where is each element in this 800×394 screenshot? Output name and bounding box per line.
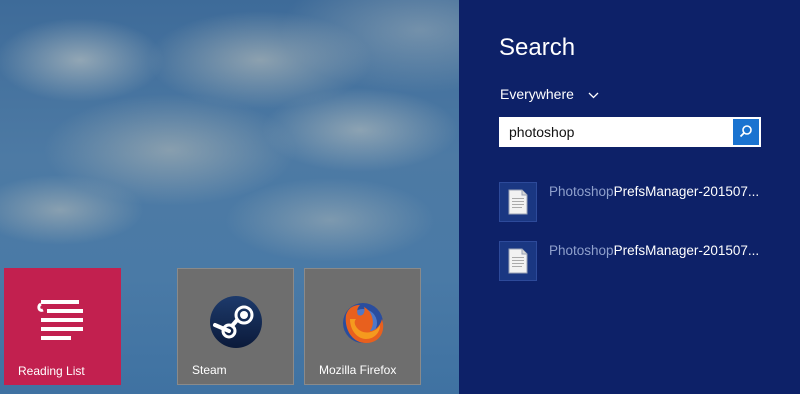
tile-steam[interactable]: Steam bbox=[177, 268, 294, 385]
tile-mozilla-firefox[interactable]: Mozilla Firefox bbox=[304, 268, 421, 385]
search-box bbox=[499, 117, 761, 147]
document-icon bbox=[499, 241, 537, 281]
reading-list-icon bbox=[33, 292, 91, 350]
search-input[interactable] bbox=[499, 117, 731, 147]
firefox-icon bbox=[334, 293, 392, 351]
search-icon bbox=[739, 123, 753, 142]
search-button[interactable] bbox=[733, 119, 759, 145]
search-result-item[interactable]: PhotoshopPrefsManager-201507... bbox=[499, 181, 799, 223]
tile-reading-list[interactable]: Reading List bbox=[4, 268, 121, 385]
start-screen-background: Reading List Steam Mozilla Firefox bbox=[0, 0, 459, 394]
chevron-down-icon bbox=[588, 90, 599, 102]
search-scope-label: Everywhere bbox=[500, 86, 574, 102]
search-charm-pane: Search Everywhere photoshop PhotoshopPre… bbox=[459, 0, 800, 394]
tile-label: Mozilla Firefox bbox=[319, 363, 397, 377]
search-result-name: PhotoshopPrefsManager-201507... bbox=[549, 243, 760, 258]
pane-title: Search bbox=[499, 34, 576, 61]
document-icon bbox=[499, 182, 537, 222]
search-scope-dropdown[interactable]: Everywhere bbox=[500, 86, 599, 102]
search-result-name: PhotoshopPrefsManager-201507... bbox=[549, 184, 760, 199]
tile-label: Steam bbox=[192, 363, 227, 377]
search-result-item[interactable]: PhotoshopPrefsManager-201507... bbox=[499, 240, 799, 282]
steam-icon bbox=[207, 293, 265, 351]
tile-label: Reading List bbox=[18, 364, 85, 378]
